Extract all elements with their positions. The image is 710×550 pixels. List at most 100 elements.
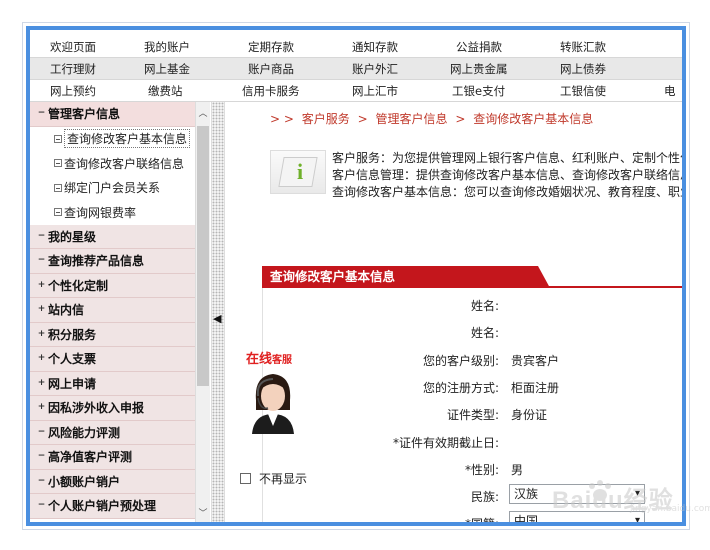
form-label: 证件类型: <box>446 408 499 423</box>
nav-link[interactable]: 网上汇市 <box>352 83 398 99</box>
nav-link[interactable]: 定期存款 <box>248 39 294 55</box>
sidebar-group[interactable]: + 个人支票 <box>30 347 195 372</box>
sidebar: − 管理客户信息 查询修改客户基本信息查询修改客户联络信息 绑定门户会员关系 查询网银费… <box>30 102 195 522</box>
sidebar-group[interactable]: + 因私涉外收入申报 <box>30 396 195 421</box>
plus-icon[interactable]: + <box>37 329 46 339</box>
minus-icon[interactable]: − <box>37 109 46 118</box>
form-value: 身份证 <box>511 408 548 423</box>
sidebar-subitem-label: 查询网银费率 <box>64 205 137 220</box>
breadcrumb-item[interactable]: 管理客户信息 <box>376 112 448 126</box>
nav-link[interactable]: 网上预约 <box>50 83 96 99</box>
form-row: *证件有效期截止日: <box>263 429 682 456</box>
minus-icon[interactable]: − <box>37 452 46 461</box>
sidebar-group[interactable]: + 网上申请 <box>30 371 195 396</box>
sidebar-group-label: 个性化定制 <box>48 278 109 293</box>
sidebar-group-label: 个人支票 <box>48 352 97 367</box>
sidebar-group[interactable]: − 小额账户销户 <box>30 469 195 494</box>
top-nav-row-3: 网上预约 缴费站 信用卡服务 网上汇市 工银e支付 工银信使 电 <box>30 80 682 102</box>
sidebar-group-label: 个人账户销户预处理 <box>48 499 157 514</box>
sidebar-group-label: 站内信 <box>48 303 85 318</box>
nav-link[interactable]: 账户外汇 <box>352 61 398 77</box>
nav-link[interactable]: 我的账户 <box>144 39 190 55</box>
breadcrumb-separator: > <box>357 112 368 126</box>
scroll-down-icon[interactable]: ﹀ <box>196 506 210 522</box>
nav-link[interactable]: 信用卡服务 <box>242 83 300 99</box>
sidebar-subitem[interactable]: 查询网银费率 <box>30 200 195 225</box>
top-nav-row-1: 欢迎页面 我的账户 定期存款 通知存款 公益捐款 转账汇款 <box>30 36 682 58</box>
plus-icon[interactable]: + <box>37 354 46 363</box>
nav-link[interactable]: 公益捐款 <box>456 39 502 55</box>
form-value: 贵宾客户 <box>511 353 560 368</box>
sidebar-subitem[interactable]: 绑定门户会员关系 <box>30 175 195 200</box>
sidebar-group[interactable]: − 查询推荐产品信息 <box>30 249 195 274</box>
hide-service-checkbox[interactable] <box>240 473 251 484</box>
online-service-widget[interactable]: 在线客服 <box>234 348 314 434</box>
sidebar-group-label: 网上申请 <box>48 376 97 391</box>
sidebar-group-label: 查询推荐产品信息 <box>48 254 145 269</box>
sidebar-group[interactable]: − 高净值客户评测 <box>30 445 195 470</box>
nav-link[interactable]: 网上基金 <box>144 61 190 77</box>
breadcrumb-item[interactable]: 客户服务 <box>302 112 350 126</box>
sidebar-group[interactable]: + 积分服务 <box>30 322 195 347</box>
nav-link[interactable]: 工银e支付 <box>452 83 505 99</box>
breadcrumb-separator: > <box>455 112 466 126</box>
minus-icon[interactable]: − <box>37 476 46 486</box>
form-label: 您的注册方式: <box>422 380 499 395</box>
sidebar-group[interactable]: − 风险能力评测 <box>30 420 195 445</box>
plus-icon[interactable]: + <box>37 378 46 388</box>
hide-service-option[interactable]: 不再显示 <box>240 470 307 487</box>
sidebar-group[interactable]: − 我的星级 <box>30 224 195 249</box>
nav-link[interactable]: 缴费站 <box>148 83 183 99</box>
online-service-title: 在线客服 <box>246 348 292 367</box>
sidebar-scrollbar[interactable]: ︿ ﹀ <box>195 102 210 522</box>
sidebar-group-label: 高净值客户评测 <box>48 450 133 465</box>
minus-icon[interactable]: − <box>37 501 46 510</box>
nav-link[interactable]: 账户商品 <box>248 61 294 77</box>
sidebar-subitem-label: 查询修改客户联络信息 <box>64 156 185 171</box>
sidebar-subitem[interactable]: 查询修改客户基本信息 <box>30 126 195 151</box>
scrollbar-thumb[interactable] <box>197 126 209 386</box>
nav-link[interactable]: 欢迎页面 <box>50 39 96 55</box>
form-label: *国籍: <box>465 515 499 522</box>
plus-icon[interactable]: + <box>37 280 46 290</box>
nav-link[interactable]: 网上贵金属 <box>450 61 508 77</box>
form-row: 姓名: <box>263 319 682 346</box>
sidebar-group[interactable]: + 个性化定制 <box>30 273 195 298</box>
sidebar-group-label: 积分服务 <box>48 327 97 342</box>
sidebar-group[interactable]: + 站内信 <box>30 298 195 323</box>
service-agent-avatar[interactable] <box>250 370 296 434</box>
sidebar-subitem[interactable]: 查询修改客户联络信息 <box>30 151 195 176</box>
plus-icon[interactable]: + <box>37 305 46 314</box>
plus-icon[interactable]: + <box>37 403 46 412</box>
collapse-left-icon[interactable]: ◀ <box>213 312 221 325</box>
nav-link[interactable]: 转账汇款 <box>560 39 606 55</box>
sidebar-group[interactable]: − 管理客户信息 <box>30 102 195 127</box>
info-line: 客户信息管理：提供查询修改客户基本信息、查询修改客户联络信息、 <box>332 168 682 182</box>
minus-icon[interactable]: − <box>37 427 46 437</box>
minus-icon[interactable]: − <box>37 231 46 241</box>
online-service-title-main: 在线 <box>246 352 273 367</box>
form-value: 柜面注册 <box>511 380 560 395</box>
nav-link[interactable]: 工银信使 <box>560 83 606 99</box>
form-panel-header: 查询修改客户基本信息 <box>262 266 682 288</box>
sidebar-group[interactable]: − 个人账户销户预处理 <box>30 494 195 519</box>
hide-service-label: 不再显示 <box>259 472 308 486</box>
nav-link[interactable]: 网上债券 <box>560 61 606 77</box>
watermark-url: jingyan.baidu.com <box>630 504 710 514</box>
info-description: 客户服务：为您提供管理网上银行客户信息、红利账户、定制个性化信 客户信息管理：提… <box>332 150 682 201</box>
minus-icon[interactable]: − <box>37 256 46 265</box>
form-label: *性别: <box>464 462 499 477</box>
scroll-up-icon[interactable]: ︿ <box>196 106 210 122</box>
select-value: 中国 <box>514 514 539 522</box>
main-content: > > 客户服务 > 管理客户信息 > 查询修改客户基本信息 i 客户服务：为您… <box>226 102 682 522</box>
nav-link[interactable]: 通知存款 <box>352 39 398 55</box>
top-nav-row-2: 工行理财 网上基金 账户商品 账户外汇 网上贵金属 网上债券 <box>30 58 682 80</box>
form-value: 男 <box>511 462 524 477</box>
sidebar-subitem-label: 绑定门户会员关系 <box>64 181 161 196</box>
info-line: 客户服务：为您提供管理网上银行客户信息、红利账户、定制个性化信 <box>332 151 682 165</box>
form-label: 姓名: <box>470 299 499 313</box>
nav-link[interactable]: 工行理财 <box>50 61 96 77</box>
breadcrumb-item[interactable]: 查询修改客户基本信息 <box>473 112 593 126</box>
collapse-splitter[interactable]: ◀ <box>211 102 225 522</box>
nav-link[interactable]: 电 <box>664 83 676 99</box>
